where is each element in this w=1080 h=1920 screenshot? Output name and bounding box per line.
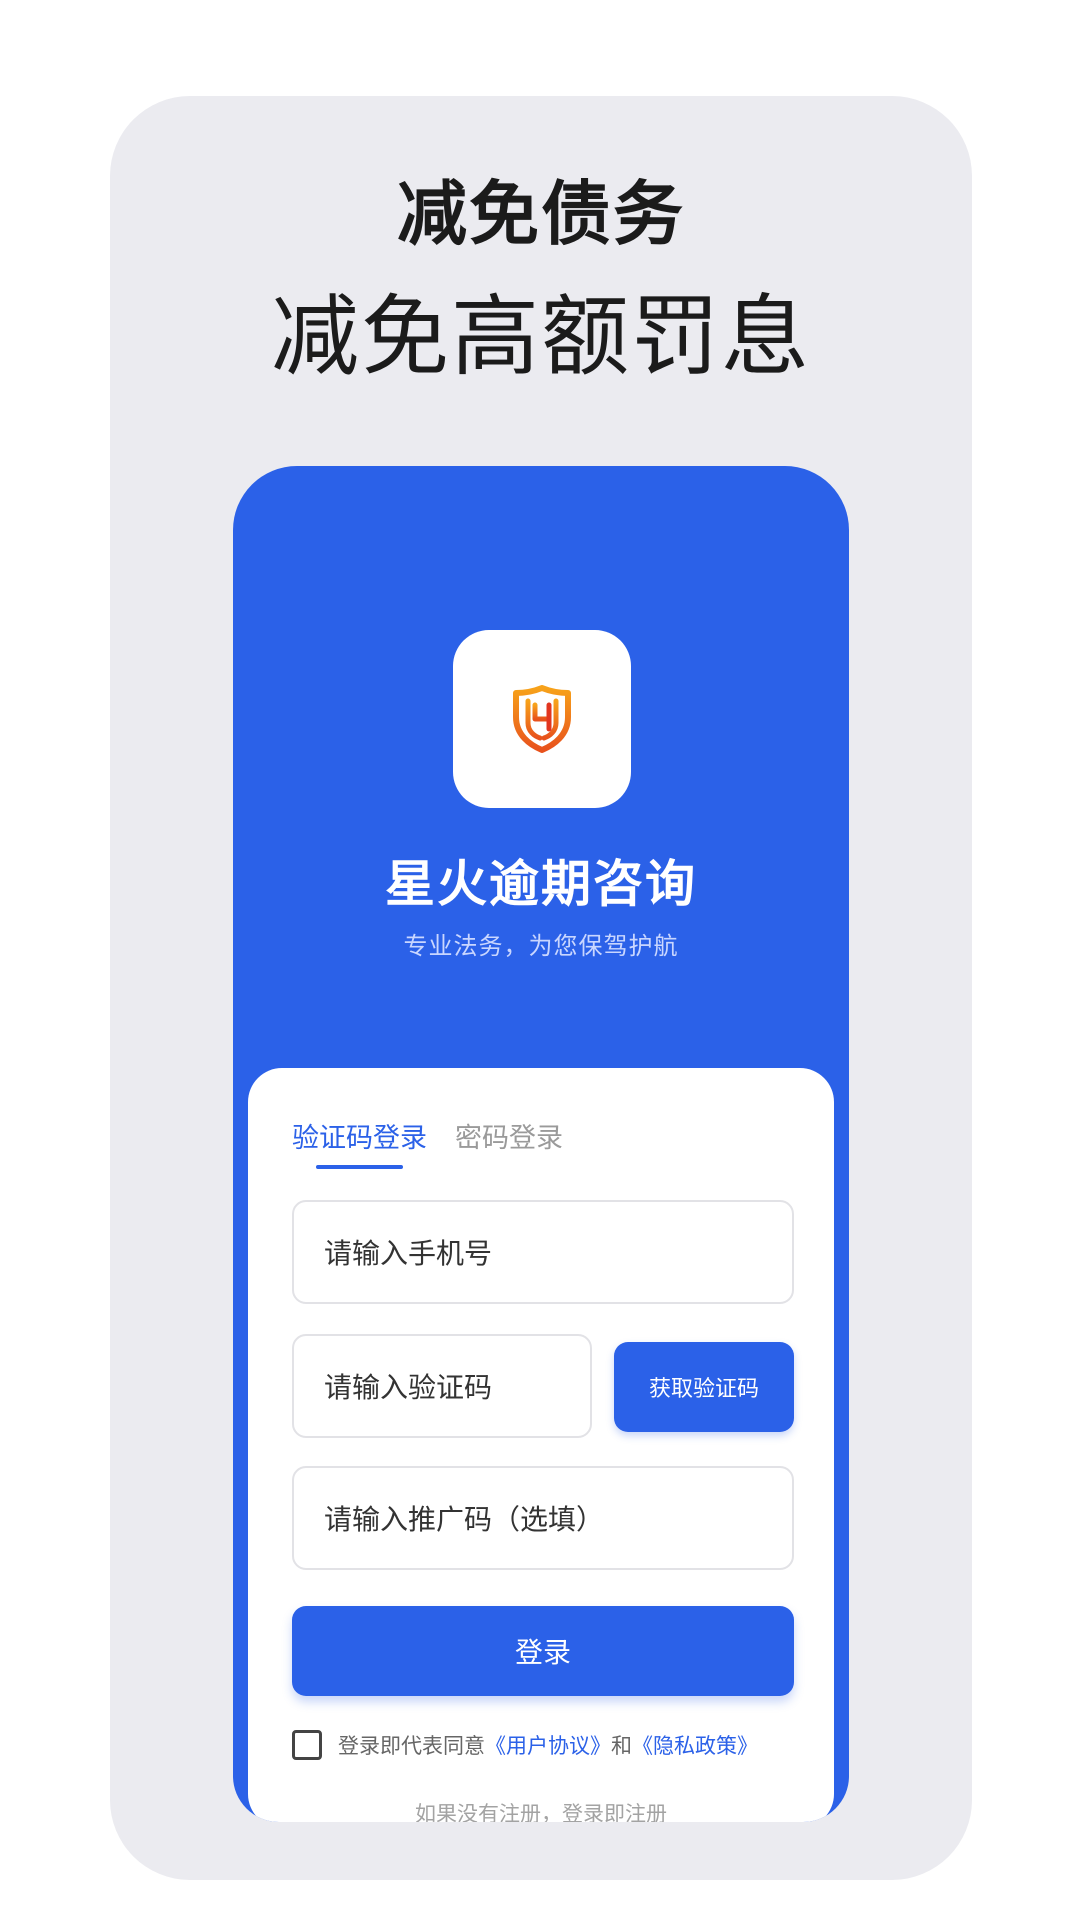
promo-card: 减免债务 减免高额罚息 星火逾期咨询 专业法务，为您保驾护航 验证码登录 密码登… [110, 96, 972, 1880]
verification-code-placeholder: 请输入验证码 [324, 1371, 493, 1404]
agreement-checkbox[interactable] [292, 1730, 322, 1760]
promo-headline-primary: 减免债务 [397, 173, 685, 255]
get-code-button[interactable]: 获取验证码 [614, 1342, 794, 1432]
tab-password-login[interactable]: 密码登录 [455, 1116, 563, 1169]
login-button[interactable]: 登录 [292, 1606, 794, 1696]
agreement-prefix: 登录即代表同意 [338, 1734, 485, 1758]
app-slogan: 专业法务，为您保驾护航 [403, 932, 679, 960]
login-tabs: 验证码登录 密码登录 [292, 1116, 563, 1169]
shield-logo-icon [513, 685, 571, 753]
tab-sms-login[interactable]: 验证码登录 [292, 1116, 427, 1169]
promo-headline-secondary: 减免高额罚息 [270, 285, 811, 388]
verification-code-input[interactable]: 请输入验证码 [292, 1334, 592, 1438]
agreement-row: 登录即代表同意 《用户协议》 和 《隐私政策》 [292, 1730, 758, 1760]
login-card: 验证码登录 密码登录 请输入手机号 请输入验证码 获取验证码 请输入推广码（选填… [248, 1068, 834, 1822]
app-icon [453, 630, 631, 808]
agreement-joiner: 和 [611, 1734, 632, 1758]
login-button-label: 登录 [514, 1636, 571, 1669]
promo-code-placeholder: 请输入推广码（选填） [324, 1503, 605, 1536]
promo-code-input[interactable]: 请输入推广码（选填） [292, 1466, 794, 1570]
get-code-button-label: 获取验证码 [648, 1377, 759, 1402]
active-tab-indicator [316, 1165, 403, 1169]
phone-mockup: 星火逾期咨询 专业法务，为您保驾护航 验证码登录 密码登录 请输入手机号 请输入… [233, 466, 849, 1822]
phone-input[interactable]: 请输入手机号 [292, 1200, 794, 1304]
tab-sms-login-label: 验证码登录 [292, 1123, 427, 1154]
phone-input-placeholder: 请输入手机号 [324, 1237, 493, 1270]
privacy-policy-link[interactable]: 《隐私政策》 [632, 1730, 758, 1760]
app-name: 星火逾期咨询 [385, 855, 697, 913]
register-hint: 如果没有注册，登录即注册 [415, 1802, 667, 1822]
user-agreement-link[interactable]: 《用户协议》 [485, 1730, 611, 1760]
tab-password-login-label: 密码登录 [455, 1123, 563, 1154]
